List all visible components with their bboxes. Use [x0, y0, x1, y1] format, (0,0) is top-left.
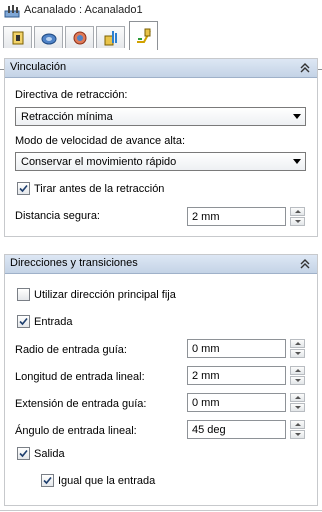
spin-up-icon: [295, 342, 301, 345]
feed-dropdown-value: Conservar el movimiento rápido: [21, 156, 177, 168]
guide-radius-value: 0 mm: [192, 343, 220, 355]
spin-down-icon: [295, 220, 301, 223]
spin-up-icon: [295, 396, 301, 399]
checkmark-icon: [43, 476, 52, 485]
tab-strip: [0, 20, 322, 70]
spin-up-icon: [295, 369, 301, 372]
operation-panel: Acanalado : Acanalado1 Vinculación Direc…: [0, 0, 322, 512]
guide-extension-value: 0 mm: [192, 397, 220, 409]
linking-tab-icon: [137, 28, 151, 43]
safe-distance-spinner[interactable]: [290, 207, 305, 226]
guide-extension-label: Extensión de entrada guía:: [15, 398, 147, 410]
linear-length-label: Longitud de entrada lineal:: [15, 371, 145, 383]
guide-radius-spinner[interactable]: [290, 339, 305, 358]
directions-panel-title: Direcciones y transiciones: [10, 257, 138, 269]
tab-linking[interactable]: [129, 21, 158, 50]
tilt-checkbox[interactable]: [17, 182, 30, 195]
same-as-entry-label: Igual que la entrada: [58, 475, 156, 487]
spin-up-icon: [295, 423, 301, 426]
retract-label: Directiva de retracción:: [15, 89, 128, 101]
safe-distance-input[interactable]: 2 mm: [187, 207, 286, 226]
spin-down-icon: [295, 406, 301, 409]
strategy-tab-icon: [12, 31, 24, 45]
safe-distance-label: Distancia segura:: [15, 210, 100, 222]
spin-down-icon: [295, 379, 301, 382]
exit-checkbox[interactable]: [17, 447, 30, 460]
tab-strategy[interactable]: [3, 26, 32, 48]
linking-panel-header[interactable]: Vinculación: [5, 59, 317, 78]
linear-angle-spinner[interactable]: [290, 420, 305, 439]
linear-length-input[interactable]: 2 mm: [187, 366, 286, 385]
linear-angle-input[interactable]: 45 deg: [187, 420, 286, 439]
linear-angle-label: Ángulo de entrada lineal:: [15, 425, 137, 437]
groove-operation-icon: [4, 5, 20, 18]
spin-down-button[interactable]: [290, 403, 305, 412]
retract-dropdown[interactable]: Retracción mínima: [15, 107, 306, 126]
window-title: Acanalado : Acanalado1: [24, 4, 143, 16]
guide-extension-spinner[interactable]: [290, 393, 305, 412]
tool-tab-icon: [41, 33, 57, 45]
directions-panel-header[interactable]: Direcciones y transiciones: [5, 255, 317, 274]
linear-length-spinner[interactable]: [290, 366, 305, 385]
linear-angle-value: 45 deg: [192, 424, 226, 436]
bottom-border: [0, 510, 322, 511]
guide-radius-label: Radio de entrada guía:: [15, 344, 127, 356]
spin-down-icon: [295, 352, 301, 355]
tab-passes[interactable]: [96, 26, 125, 48]
collapse-up-icon[interactable]: [299, 62, 311, 74]
spin-up-button[interactable]: [290, 339, 305, 348]
dropdown-arrow-icon: [293, 159, 301, 164]
entry-label: Entrada: [34, 316, 73, 328]
guide-extension-input[interactable]: 0 mm: [187, 393, 286, 412]
linear-length-value: 2 mm: [192, 370, 220, 382]
main-direction-checkbox[interactable]: [17, 288, 30, 301]
tab-stock[interactable]: [65, 26, 94, 48]
spin-up-icon: [295, 210, 301, 213]
feed-dropdown[interactable]: Conservar el movimiento rápido: [15, 152, 306, 171]
spin-up-button[interactable]: [290, 207, 305, 216]
exit-label: Salida: [34, 448, 65, 460]
spin-down-button[interactable]: [290, 217, 305, 226]
spin-down-button[interactable]: [290, 376, 305, 385]
checkmark-icon: [19, 317, 28, 326]
linking-panel-title: Vinculación: [10, 61, 67, 73]
checkmark-icon: [19, 184, 28, 193]
same-as-entry-checkbox[interactable]: [41, 474, 54, 487]
title-bar: Acanalado : Acanalado1: [0, 0, 322, 22]
safe-distance-value: 2 mm: [192, 211, 220, 223]
spin-down-button[interactable]: [290, 349, 305, 358]
spin-down-icon: [295, 433, 301, 436]
feed-label: Modo de velocidad de avance alta:: [15, 135, 186, 147]
dropdown-arrow-icon: [293, 114, 301, 119]
entry-checkbox[interactable]: [17, 315, 30, 328]
spin-down-button[interactable]: [290, 430, 305, 439]
directions-panel: Direcciones y transiciones Utilizar dire…: [4, 254, 318, 506]
spin-up-button[interactable]: [290, 366, 305, 375]
collapse-up-icon[interactable]: [299, 258, 311, 270]
main-direction-label: Utilizar dirección principal fija: [34, 289, 176, 301]
spin-up-button[interactable]: [290, 420, 305, 429]
passes-tab-icon: [104, 31, 117, 46]
checkmark-icon: [19, 449, 28, 458]
stock-tab-icon: [73, 31, 87, 45]
tilt-label: Tirar antes de la retracción: [34, 183, 165, 195]
spin-up-button[interactable]: [290, 393, 305, 402]
tab-tool[interactable]: [34, 26, 63, 48]
linking-panel: Vinculación Directiva de retracción: Ret…: [4, 58, 318, 237]
guide-radius-input[interactable]: 0 mm: [187, 339, 286, 358]
retract-dropdown-value: Retracción mínima: [21, 111, 113, 123]
